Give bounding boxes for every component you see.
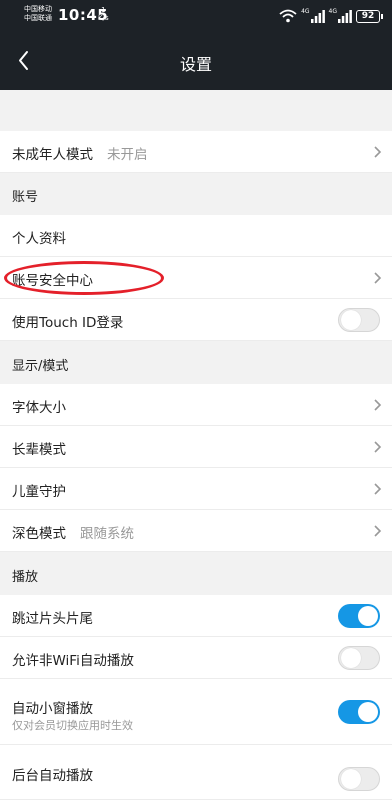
toggle-knob: [341, 769, 361, 789]
carrier-1: 中国移动: [24, 5, 52, 13]
row-label: 深色模式: [12, 526, 66, 542]
row-mini-window: 自动小窗播放 仅对会员切换应用时生效: [0, 679, 392, 745]
toggle-knob: [341, 648, 361, 668]
chevron-right-icon: [374, 146, 382, 158]
mini-window-toggle[interactable]: [338, 700, 380, 724]
row-security-center[interactable]: 账号安全中心: [0, 257, 392, 299]
signal-2-tag: 4G: [328, 7, 337, 15]
signal-icon: [338, 9, 352, 23]
section-header-display: 显示/模式: [12, 359, 69, 374]
row-skip-intro: 跳过片头片尾: [0, 595, 392, 637]
wifi-icon: [279, 9, 297, 23]
row-sublabel: 仅对会员切换应用时生效: [12, 719, 133, 732]
row-touch-id: 使用Touch ID登录: [0, 299, 392, 341]
skip-intro-toggle[interactable]: [338, 604, 380, 628]
carrier-names: 中国移动 中国联通: [24, 5, 52, 23]
row-font-size[interactable]: 字体大小: [0, 384, 392, 426]
signal-icon: [310, 9, 325, 23]
row-label: 未成年人模式: [12, 147, 93, 163]
row-label: 允许非WiFi自动播放: [12, 653, 134, 669]
status-bar: 中国移动 中国联通 10:45 1 K/s 4G 4G 92: [0, 0, 392, 32]
row-label: 儿童守护: [12, 484, 66, 500]
row-label: 账号安全中心: [12, 273, 93, 289]
row-elder-mode[interactable]: 长辈模式: [0, 426, 392, 468]
row-label: 使用Touch ID登录: [12, 315, 124, 331]
row-label: 个人资料: [12, 231, 66, 247]
background-play-toggle[interactable]: [338, 767, 380, 791]
touch-id-toggle[interactable]: [338, 308, 380, 332]
row-minor-mode[interactable]: 未成年人模式 未开启: [0, 131, 392, 173]
battery-icon: 92: [356, 9, 383, 23]
chevron-right-icon: [374, 441, 382, 453]
row-background-play: 后台自动播放: [0, 745, 392, 800]
row-label: 后台自动播放: [12, 768, 93, 784]
carrier-2: 中国联通: [24, 14, 52, 22]
signal-1-tag: 4G: [301, 7, 310, 15]
row-label: 自动小窗播放: [12, 701, 93, 717]
row-value: 未开启: [107, 147, 148, 163]
toggle-knob: [358, 606, 378, 626]
row-value: 跟随系统: [80, 526, 134, 542]
chevron-right-icon: [374, 272, 382, 284]
toggle-knob: [358, 702, 378, 722]
row-label: 跳过片头片尾: [12, 611, 93, 627]
chevron-right-icon: [374, 483, 382, 495]
row-label: 字体大小: [12, 400, 66, 416]
row-dark-mode[interactable]: 深色模式 跟随系统: [0, 510, 392, 552]
toggle-knob: [341, 310, 361, 330]
chevron-right-icon: [374, 525, 382, 537]
chevron-right-icon: [374, 399, 382, 411]
section-header-playback: 播放: [12, 570, 39, 585]
row-non-wifi-autoplay: 允许非WiFi自动播放: [0, 637, 392, 679]
row-profile[interactable]: 个人资料: [0, 215, 392, 257]
network-speed: 1 K/s: [98, 6, 109, 22]
nav-bar: 设置: [0, 32, 392, 90]
row-kid-guard[interactable]: 儿童守护: [0, 468, 392, 510]
non-wifi-autoplay-toggle[interactable]: [338, 646, 380, 670]
section-header-account: 账号: [12, 190, 39, 205]
page-title: 设置: [179, 55, 212, 74]
row-label: 长辈模式: [12, 442, 66, 458]
status-icons: 4G 4G 92: [279, 7, 383, 25]
